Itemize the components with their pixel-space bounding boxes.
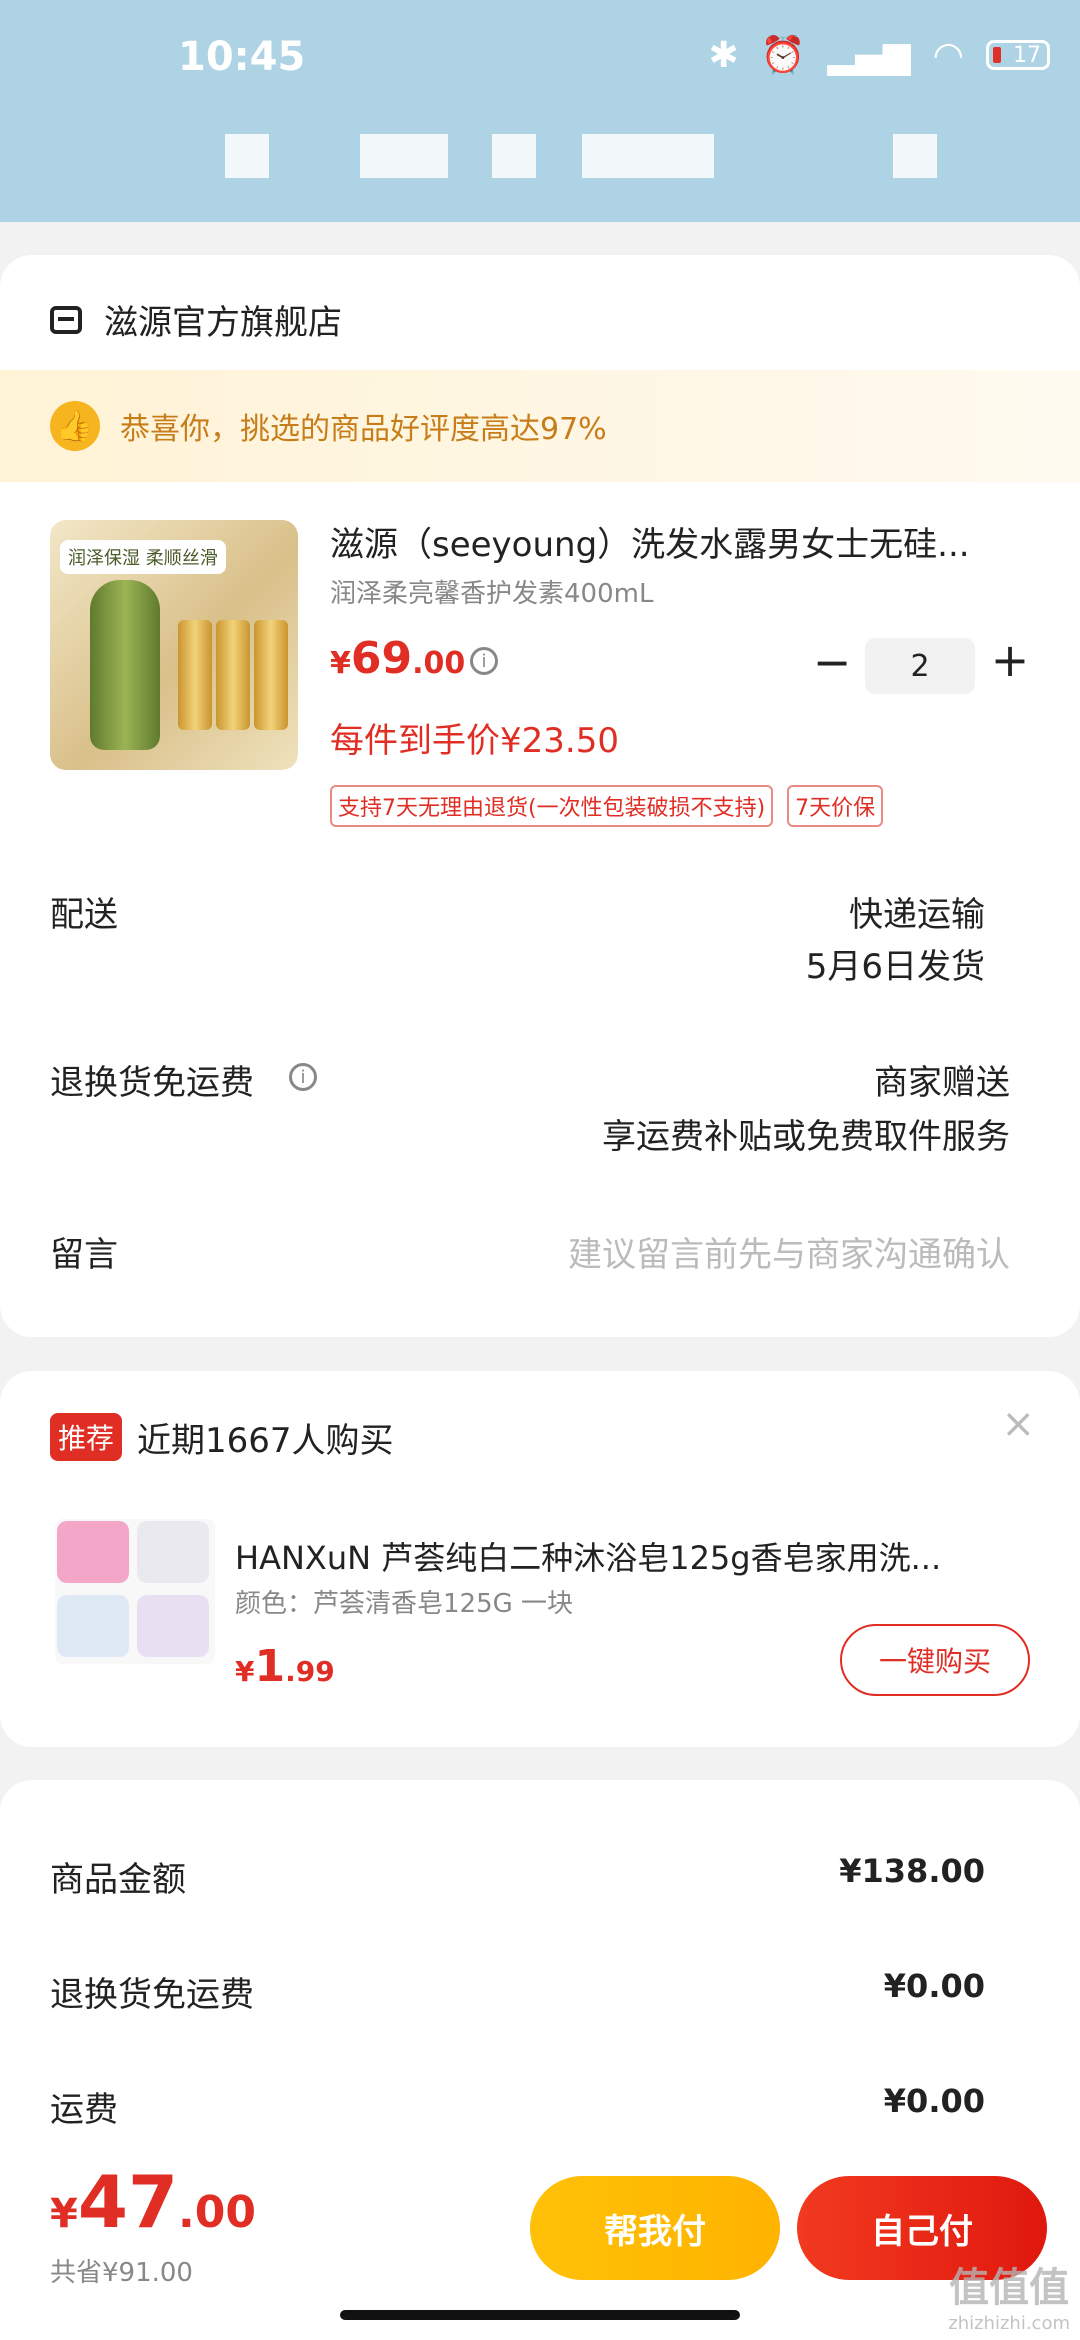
return-free-label: 退换货免运费	[50, 1063, 254, 1103]
delivery-method[interactable]: 快递运输	[849, 887, 985, 936]
tube-graphic	[216, 620, 250, 730]
product-image-tag: 润泽保湿 柔顺丝滑	[60, 540, 226, 574]
blurred-block	[492, 134, 536, 178]
status-time: 10:45	[178, 34, 306, 80]
quantity-input[interactable]: 2	[865, 638, 975, 694]
one-click-buy-button[interactable]: 一键购买	[840, 1624, 1030, 1696]
recommend-price: ¥1.99	[235, 1641, 335, 1692]
return-free-desc: 享运费补贴或免费取件服务	[602, 1117, 1010, 1157]
delivery-label: 配送	[50, 895, 118, 935]
soap-graphic	[57, 1595, 129, 1657]
total-decimal: .00	[178, 2187, 256, 2238]
recommend-card: 推荐 近期1667人购买 × HANXuN 芦荟纯白二种沐浴皂125g香皂家用洗…	[0, 1371, 1080, 1747]
status-icons: ✱ ⏰ ▂▄▆ ◠ 17	[709, 34, 1050, 76]
blurred-block	[582, 134, 714, 178]
soap-graphic	[137, 1595, 209, 1657]
blurred-block	[225, 134, 269, 178]
service-tag: 7天价保	[787, 785, 884, 827]
service-tags: 支持7天无理由退货(一次性包装破损不支持) 7天价保	[330, 785, 884, 827]
return-free-value: 商家赠送	[874, 1063, 1010, 1103]
price-decimal: .99	[285, 1655, 335, 1688]
soap-graphic	[57, 1521, 129, 1583]
price-currency: ¥	[235, 1655, 255, 1688]
price-integer: 69	[350, 633, 413, 684]
total-integer: 47	[77, 2160, 179, 2244]
product-spec[interactable]: 润泽柔亮馨香护发素400mL	[330, 573, 653, 610]
shop-icon	[50, 305, 82, 334]
message-label: 留言	[50, 1235, 118, 1275]
shipping-label: 运费	[50, 2090, 118, 2130]
signal-icon: ▂▄▆	[827, 34, 911, 76]
blurred-block	[893, 134, 937, 178]
saved-amount: 共省¥91.00	[50, 2258, 193, 2288]
watermark-logo: 值值值 zhizhizhi.com	[948, 2255, 1070, 2334]
shop-name[interactable]: 滋源官方旗舰店	[104, 295, 342, 344]
goods-amount-label: 商品金额	[50, 1860, 186, 1900]
bottle-graphic	[90, 580, 160, 750]
praise-banner: 👍 恭喜你，挑选的商品好评度高达97%	[0, 370, 1080, 482]
recommend-image[interactable]	[55, 1519, 215, 1664]
praise-text: 恭喜你，挑选的商品好评度高达97%	[120, 412, 607, 447]
product-title[interactable]: 滋源（seeyoung）洗发水露男女士无硅...	[330, 517, 1010, 566]
product-image[interactable]: 润泽保湿 柔顺丝滑	[50, 520, 298, 770]
watermark-url: zhizhizhi.com	[948, 2313, 1070, 2334]
tube-graphic	[254, 620, 288, 730]
status-header: 10:45 ✱ ⏰ ▂▄▆ ◠ 17	[0, 0, 1080, 222]
product-price: ¥69.00	[330, 633, 465, 684]
watermark-text: 值值值	[949, 2265, 1070, 2311]
alarm-icon: ⏰	[760, 35, 806, 76]
service-tag: 支持7天无理由退货(一次性包装破损不支持)	[330, 785, 774, 827]
quantity-increase-button[interactable]: +	[988, 633, 1032, 687]
goods-amount-value: ¥138.00	[839, 1852, 985, 1890]
price-currency: ¥	[330, 646, 351, 681]
recommend-item-spec: 颜色：芦荟清香皂125G 一块	[235, 1589, 574, 1619]
close-icon[interactable]: ×	[1001, 1401, 1035, 1447]
delivery-date: 5月6日发货	[805, 947, 985, 987]
shipping-value: ¥0.00	[883, 2082, 985, 2120]
recommend-title: 近期1667人购买	[137, 1421, 394, 1461]
info-icon[interactable]: i	[470, 647, 498, 675]
soap-graphic	[137, 1521, 209, 1583]
battery-icon: 17	[986, 40, 1050, 70]
message-input[interactable]: 建议留言前先与商家沟通确认	[568, 1227, 1010, 1276]
blurred-block	[360, 134, 448, 178]
total-price: ¥47.00	[50, 2160, 256, 2244]
order-card: 滋源官方旗舰店 👍 恭喜你，挑选的商品好评度高达97% 润泽保湿 柔顺丝滑 滋源…	[0, 255, 1080, 1337]
recommend-badge: 推荐	[50, 1413, 123, 1461]
unit-price: 每件到手价¥23.50	[330, 721, 619, 761]
home-indicator[interactable]	[340, 2310, 740, 2320]
return-free-summary-value: ¥0.00	[883, 1967, 985, 2005]
price-decimal: .00	[412, 646, 466, 681]
tube-graphic	[178, 620, 212, 730]
recommend-item-title[interactable]: HANXuN 芦荟纯白二种沐浴皂125g香皂家用洗...	[235, 1533, 1025, 1579]
wifi-icon: ◠	[932, 34, 964, 76]
info-icon[interactable]: i	[289, 1063, 317, 1091]
help-pay-button[interactable]: 帮我付	[530, 2176, 780, 2280]
thumbs-up-icon: 👍	[50, 401, 100, 451]
total-currency: ¥	[50, 2191, 78, 2237]
bluetooth-icon: ✱	[708, 34, 739, 76]
price-integer: 1	[254, 1641, 286, 1692]
quantity-decrease-button[interactable]: −	[810, 635, 854, 689]
shop-header[interactable]: 滋源官方旗舰店	[50, 295, 342, 344]
return-free-summary-label: 退换货免运费	[50, 1975, 254, 2015]
battery-level: 17	[1013, 42, 1041, 68]
